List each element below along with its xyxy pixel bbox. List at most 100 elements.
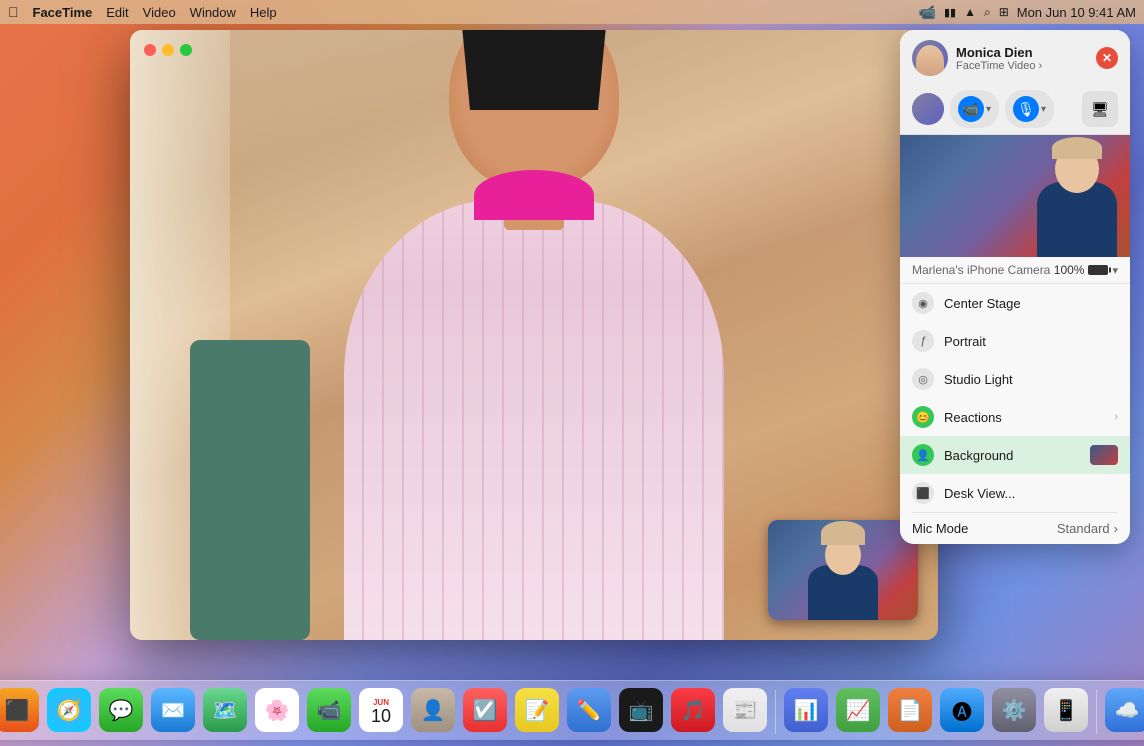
battery-indicator: 100% ▾ <box>1054 263 1118 277</box>
dock-music[interactable]: 🎵 <box>669 686 717 734</box>
dock-maps[interactable]: 🗺️ <box>201 686 249 734</box>
menubar-edit[interactable]: Edit <box>106 5 128 20</box>
dock-icloud[interactable]: ☁️ <box>1103 686 1144 734</box>
caller-name: Monica Dien <box>956 45 1088 60</box>
menubar-window[interactable]: Window <box>190 5 236 20</box>
avatar-button[interactable] <box>912 93 944 125</box>
video-dropdown-arrow: ▾ <box>986 104 991 115</box>
studio-light-label: Studio Light <box>944 372 1118 387</box>
fullscreen-button[interactable] <box>180 44 192 56</box>
apple-menu[interactable]:  <box>8 4 19 20</box>
camera-label: Marlena's iPhone Camera <box>912 263 1050 277</box>
menubar-video[interactable]: Video <box>143 5 176 20</box>
center-stage-item[interactable]: ◉ Center Stage <box>900 284 1130 322</box>
calendar-icon: JUN 10 <box>359 688 403 732</box>
appstore-icon: 🅐 <box>940 688 984 732</box>
menubar:  FaceTime Edit Video Window Help 📹 ▮▮ ▲… <box>0 0 1144 24</box>
dock-pages[interactable]: 📄 <box>886 686 934 734</box>
dock-settings[interactable]: ⚙️ <box>990 686 1038 734</box>
reactions-item[interactable]: 😊 Reactions › <box>900 398 1130 436</box>
person-silhouette <box>284 80 784 640</box>
self-view-thumbnail[interactable] <box>768 520 918 620</box>
dock-messages[interactable]: 💬 <box>97 686 145 734</box>
mic-mode-value[interactable]: Standard › <box>1057 521 1118 536</box>
dock-numbers[interactable]: 📈 <box>834 686 882 734</box>
dock-news[interactable]: 📰 <box>721 686 769 734</box>
mail-icon: ✉️ <box>151 688 195 732</box>
minimize-button[interactable] <box>162 44 174 56</box>
screen-share-button[interactable]: 🖥 <box>1082 91 1118 127</box>
control-panel: Monica Dien FaceTime Video › ✕ 📹 ▾ 🎙 ▾ 🖥 <box>900 30 1130 544</box>
numbers-icon: 📈 <box>836 688 880 732</box>
expand-arrow-icon[interactable]: ▾ <box>1112 264 1118 277</box>
dock-separator-2 <box>1096 690 1097 734</box>
mic-mode-label: Mic Mode <box>912 521 968 536</box>
reactions-label: Reactions <box>944 410 1104 425</box>
menubar-right: 📹 ▮▮ ▲ ⌕ ⊞ Mon Jun 10 9:41 AM <box>919 4 1136 21</box>
center-stage-icon: ◉ <box>912 292 934 314</box>
portrait-label: Portrait <box>944 334 1118 349</box>
dock-mail[interactable]: ✉️ <box>149 686 197 734</box>
dock-facetime[interactable]: 📹 <box>305 686 353 734</box>
person-hair <box>454 30 614 110</box>
studio-light-item[interactable]: ◎ Studio Light <box>900 360 1130 398</box>
center-stage-label: Center Stage <box>944 296 1118 311</box>
menubar-left:  FaceTime Edit Video Window Help <box>8 4 277 20</box>
desk-view-item[interactable]: ⬛ Desk View... <box>900 474 1130 512</box>
portrait-item[interactable]: ƒ Portrait <box>900 322 1130 360</box>
desk-view-label: Desk View... <box>944 486 1118 501</box>
dock-appstore[interactable]: 🅐 <box>938 686 986 734</box>
close-button[interactable] <box>144 44 156 56</box>
video-icon: 📹 <box>958 96 984 122</box>
menubar-help[interactable]: Help <box>250 5 277 20</box>
spotlight-icon[interactable]: ⌕ <box>984 5 991 20</box>
maps-icon: 🗺️ <box>203 688 247 732</box>
control-center-icon[interactable]: ⊞ <box>999 5 1009 19</box>
collar <box>474 170 594 220</box>
preview-person <box>1032 147 1122 257</box>
settings-icon: ⚙️ <box>992 688 1036 732</box>
facetime-menu-icon: 📹 <box>919 4 936 21</box>
music-icon: 🎵 <box>671 688 715 732</box>
close-icon: ✕ <box>1102 52 1112 64</box>
dock-keynote[interactable]: 📊 <box>782 686 830 734</box>
calendar-date-label: 10 <box>371 707 391 725</box>
video-button-group[interactable]: 📹 ▾ <box>950 90 999 128</box>
reactions-icon: 😊 <box>912 406 934 428</box>
dock-calendar[interactable]: JUN 10 <box>357 686 405 734</box>
facetime-window <box>130 30 938 640</box>
dock-launchpad[interactable]: ⬛ <box>0 686 41 734</box>
desk-view-icon: ⬛ <box>912 482 934 504</box>
camera-indicator: Marlena's iPhone Camera 100% ▾ <box>900 257 1130 284</box>
notes-icon: 📝 <box>515 688 559 732</box>
background-item[interactable]: 👤 Background <box>900 436 1130 474</box>
menubar-time: Mon Jun 10 9:41 AM <box>1017 5 1136 20</box>
person-body <box>344 200 724 640</box>
photos-icon: 🌸 <box>255 688 299 732</box>
mic-mode-arrow-icon: › <box>1114 521 1118 536</box>
dock-notes[interactable]: 📝 <box>513 686 561 734</box>
dock-contacts[interactable]: 👤 <box>409 686 457 734</box>
background-label: Background <box>944 448 1080 463</box>
menubar-app-name[interactable]: FaceTime <box>33 5 93 20</box>
window-controls <box>144 44 192 56</box>
pages-icon: 📄 <box>888 688 932 732</box>
mic-button-group[interactable]: 🎙 ▾ <box>1005 90 1054 128</box>
battery-percent: 100% <box>1054 263 1085 277</box>
mic-mode-row[interactable]: Mic Mode Standard › <box>900 513 1130 544</box>
dock-appletv[interactable]: 📺 <box>617 686 665 734</box>
caller-info: Monica Dien FaceTime Video › <box>956 45 1088 72</box>
notification-header: Monica Dien FaceTime Video › ✕ <box>900 30 1130 84</box>
battery-status: ▮▮ <box>944 6 956 19</box>
dock-reminders[interactable]: ☑️ <box>461 686 509 734</box>
close-button[interactable]: ✕ <box>1096 47 1118 69</box>
news-icon: 📰 <box>723 688 767 732</box>
dock-freeform[interactable]: ✏️ <box>565 686 613 734</box>
freeform-icon: ✏️ <box>567 688 611 732</box>
caller-avatar <box>912 40 948 76</box>
dock-photos[interactable]: 🌸 <box>253 686 301 734</box>
window-background <box>130 30 938 640</box>
dock-safari[interactable]: 🧭 <box>45 686 93 734</box>
dock-iphone[interactable]: 📱 <box>1042 686 1090 734</box>
background-icon: 👤 <box>912 444 934 466</box>
